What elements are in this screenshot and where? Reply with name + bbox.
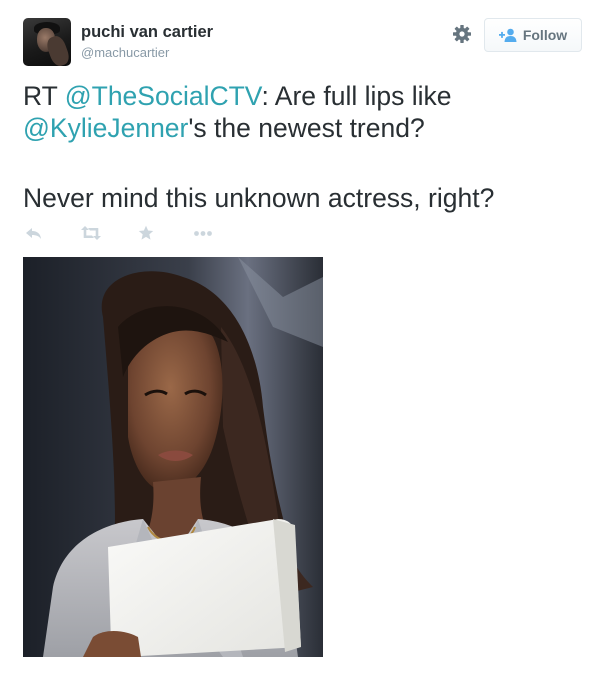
star-icon[interactable] <box>138 225 154 241</box>
reply-icon[interactable] <box>25 226 43 240</box>
display-name[interactable]: puchi van cartier <box>81 23 213 42</box>
attached-photo[interactable] <box>23 257 323 657</box>
photo-illustration <box>23 257 323 657</box>
mention-link-kyliejenner[interactable]: @KylieJenner <box>23 113 188 143</box>
gear-icon[interactable] <box>452 24 472 44</box>
retweet-icon[interactable] <box>80 226 102 240</box>
tweet-text-part-2: 's the newest trend? <box>188 113 425 143</box>
tweet-text: RT @TheSocialCTV: Are full lips like @Ky… <box>23 80 583 214</box>
follow-button[interactable]: Follow <box>484 18 582 52</box>
avatar-arm <box>44 33 71 66</box>
more-dots-icon[interactable] <box>193 226 213 240</box>
user-handle[interactable]: @machucartier <box>81 45 169 60</box>
add-person-icon <box>498 28 517 42</box>
tweet-prefix: RT <box>23 81 65 111</box>
follow-label: Follow <box>522 27 568 43</box>
tweet-line-1: RT @TheSocialCTV: Are full lips like @Ky… <box>23 80 583 144</box>
tweet-line-2: Never mind this unknown actress, right? <box>23 183 495 213</box>
mention-link-thesocialctv[interactable]: @TheSocialCTV <box>65 81 262 111</box>
tweet-text-part-1: : Are full lips like <box>261 81 452 111</box>
user-avatar[interactable] <box>23 18 71 66</box>
